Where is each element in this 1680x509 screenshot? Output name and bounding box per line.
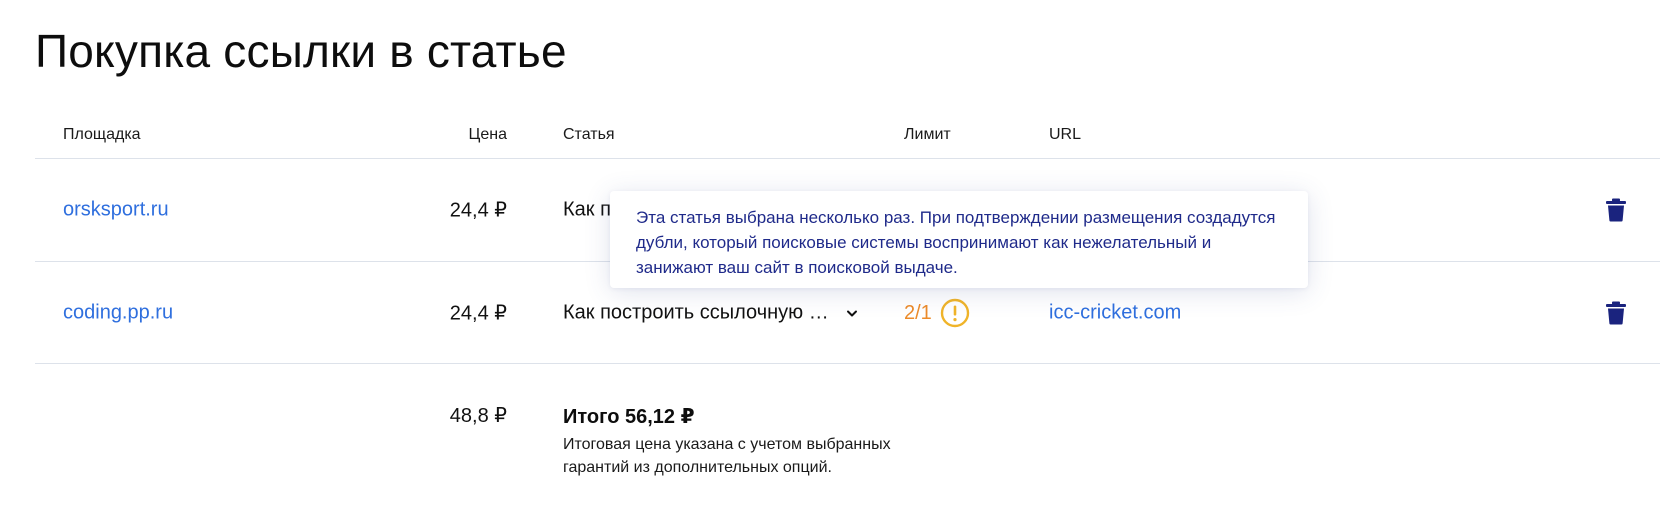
article-select[interactable]: Как п: [563, 199, 611, 222]
column-header-limit: Лимит: [904, 126, 951, 143]
platform-link[interactable]: coding.pp.ru: [63, 302, 173, 325]
column-header-url: URL: [1049, 126, 1082, 143]
total-label: Итого 56,12 ₽: [563, 406, 695, 428]
warning-circle-icon[interactable]: [940, 298, 970, 328]
total-note: Итоговая цена указана с учетом выбранных…: [563, 436, 891, 476]
column-header-platform: Площадка: [63, 126, 141, 143]
row-price: 24,4 ₽: [449, 302, 507, 325]
limit-count: 2/1: [904, 301, 932, 324]
row-price: 24,4 ₽: [449, 199, 507, 222]
total-price-sum: 48,8 ₽: [449, 405, 507, 427]
trash-icon[interactable]: [1605, 301, 1627, 325]
limit-value: 2/1: [904, 298, 970, 328]
column-header-article: Статья: [563, 126, 615, 143]
article-select[interactable]: Как построить ссылочную …: [563, 302, 859, 325]
row-divider: [35, 363, 1660, 364]
chevron-down-icon: [846, 310, 857, 316]
column-header-price: Цена: [468, 126, 507, 143]
tooltip-text: Эта статья выбрана несколько раз. При по…: [636, 208, 1276, 277]
trash-icon[interactable]: [1605, 198, 1627, 222]
article-select-value: Как построить ссылочную …: [563, 301, 829, 324]
page-title: Покупка ссылки в статье: [35, 25, 567, 77]
platform-link[interactable]: orsksport.ru: [63, 199, 169, 222]
url-link[interactable]: icc-cricket.com: [1049, 302, 1181, 325]
article-select-value: Как п: [563, 198, 611, 221]
duplicate-warning-tooltip: Эта статья выбрана несколько раз. При по…: [610, 191, 1308, 288]
